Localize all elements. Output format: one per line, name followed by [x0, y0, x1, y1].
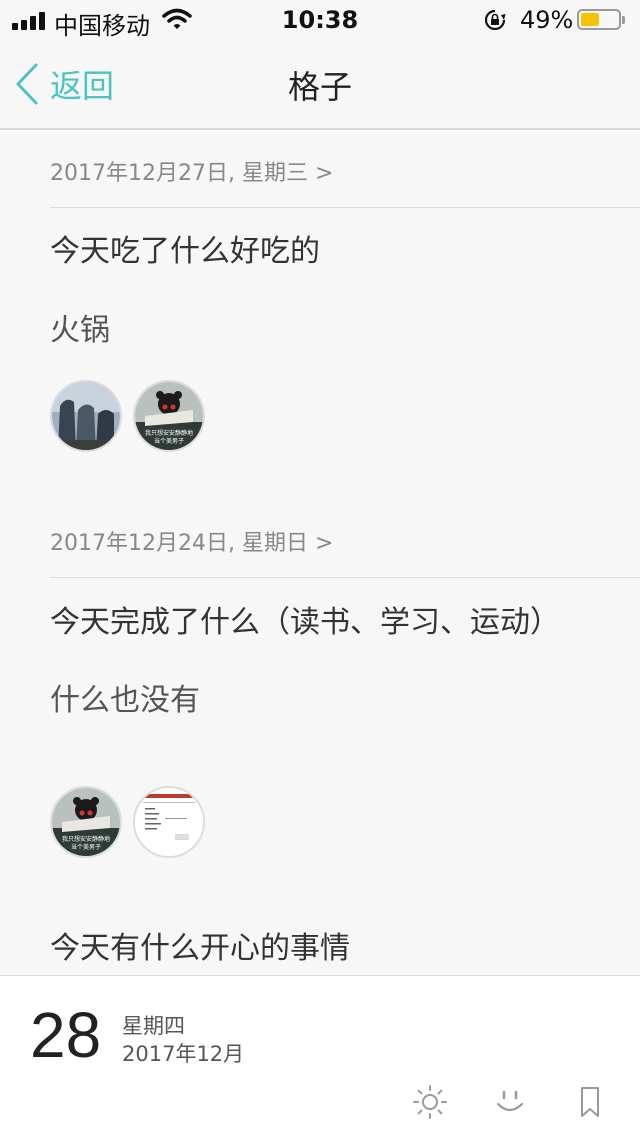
- date-panel: 28 星期四 2017年12月: [0, 975, 640, 1137]
- photo-caption: 当个美男子: [154, 437, 184, 445]
- photo-thumbnail-buildings[interactable]: [50, 380, 122, 452]
- bookmark-icon[interactable]: [570, 1082, 610, 1122]
- divider: [50, 207, 640, 208]
- photo-caption: 我只想安安静静地: [145, 429, 193, 437]
- status-bar: 中国移动 10:38 49%: [0, 0, 640, 40]
- battery-percent: 49%: [520, 6, 574, 34]
- orientation-lock-icon: [484, 9, 506, 31]
- entry-question: 今天有什么开心的事情: [50, 931, 350, 966]
- smile-icon[interactable]: [490, 1082, 530, 1122]
- entry-question: 今天吃了什么好吃的: [50, 234, 320, 269]
- entry-answer: 火锅: [50, 313, 110, 348]
- weekday-label: 星期四: [122, 1014, 185, 1038]
- navigation-bar: 返回 格子: [0, 40, 640, 130]
- entry-date-link[interactable]: 2017年12月24日, 星期日 >: [50, 525, 333, 557]
- page-title: 格子: [287, 68, 352, 106]
- entry-date-link[interactable]: 2017年12月27日, 星期三 >: [50, 155, 333, 187]
- photo-thumbnail-bear[interactable]: 我只想安安静静地 当个美男子: [133, 380, 205, 452]
- entry-answer: 什么也没有: [50, 683, 200, 718]
- photo-caption: 我只想安安静静地: [62, 835, 110, 843]
- divider: [50, 577, 640, 578]
- photo-caption: 当个美男子: [71, 843, 101, 851]
- entry-question: 今天完成了什么（读书、学习、运动）: [50, 605, 560, 640]
- battery-icon: [577, 9, 625, 30]
- sun-icon[interactable]: [410, 1082, 450, 1122]
- photo-thumbnail-bear[interactable]: 我只想安安静静地 当个美男子: [50, 786, 122, 858]
- day-number: 28: [30, 999, 102, 1071]
- photo-thumbnail-document[interactable]: [133, 786, 205, 858]
- year-month-label: 2017年12月: [122, 1042, 245, 1066]
